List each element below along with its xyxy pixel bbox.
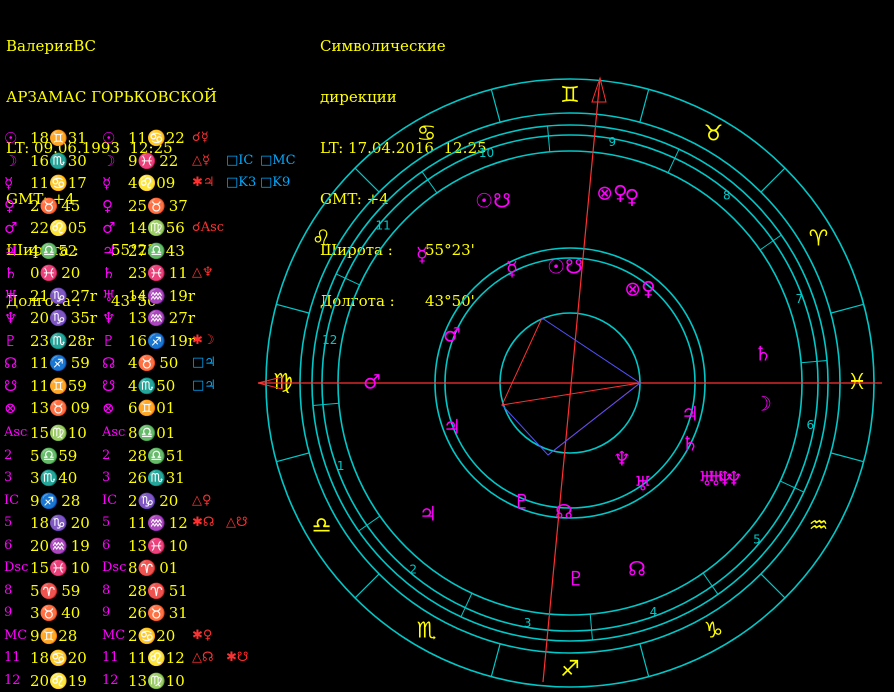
sign-divider bbox=[354, 167, 380, 193]
inner-planet-glyph: ☉☋ bbox=[547, 255, 583, 279]
house-cusp bbox=[312, 402, 339, 406]
outer-planet-glyph: ♄ bbox=[754, 342, 772, 366]
outer-planet-glyph: ⊗♀ bbox=[596, 181, 627, 205]
house-number: 3 bbox=[524, 616, 532, 630]
house-number: 2 bbox=[409, 562, 417, 576]
outer-planet-glyph: ☽ bbox=[754, 392, 772, 416]
house-cusp bbox=[667, 148, 680, 173]
outer-planet-glyph: ♇ bbox=[567, 567, 585, 591]
house-cusp bbox=[589, 614, 593, 641]
zodiac-sign-glyph: ♊ bbox=[560, 83, 580, 108]
sign-divider bbox=[490, 643, 501, 677]
inner-planet-glyph: ♅♆ bbox=[698, 467, 734, 491]
inner-planet-glyph: ☿ bbox=[506, 257, 518, 281]
outer-planet-glyph: ☊ bbox=[628, 557, 646, 581]
zodiac-sign-glyph: ♒ bbox=[809, 514, 829, 539]
zodiac-sign-glyph: ♏ bbox=[417, 619, 437, 644]
inner-planet-glyph: ♅ bbox=[634, 472, 652, 496]
house-number: 7 bbox=[795, 292, 803, 306]
outer-planet-glyph: ♃ bbox=[419, 502, 437, 526]
zodiac-sign-glyph: ♐ bbox=[560, 657, 580, 682]
outer-planet-glyph: ♂ bbox=[363, 370, 381, 394]
house-cusp bbox=[547, 125, 551, 152]
sign-divider bbox=[276, 303, 310, 314]
house-number: 9 bbox=[609, 135, 617, 149]
zodiac-sign-glyph: ♈ bbox=[809, 227, 829, 252]
zodiac-sign-glyph: ♎ bbox=[312, 514, 332, 539]
outer-planet-glyph: ☉☋ bbox=[475, 189, 511, 213]
house-number: 11 bbox=[375, 219, 390, 233]
sign-divider bbox=[354, 573, 380, 599]
sign-divider bbox=[490, 89, 501, 123]
sign-divider bbox=[639, 89, 650, 123]
inner-planet-glyph: ♆ bbox=[613, 447, 631, 471]
sign-divider bbox=[276, 452, 310, 463]
inner-planet-glyph: ♇ bbox=[513, 490, 531, 514]
zodiac-sign-glyph: ♉ bbox=[704, 121, 724, 146]
outer-planet-glyph: ☿ bbox=[416, 243, 428, 267]
house-cusp bbox=[780, 480, 805, 493]
chart-wheel: ♊♉♈♓♒♑♐♏♎♍♌♋123456789101112⊗♀☉☋☿♄☽♅♆♂♃♇ ☊… bbox=[257, 76, 882, 688]
mc-ic-axis bbox=[542, 77, 601, 683]
inner-planet-glyph: ☊ bbox=[555, 500, 573, 524]
house-number: 6 bbox=[806, 418, 814, 432]
sign-divider bbox=[760, 573, 786, 599]
inner-planet-glyph: ♂ bbox=[443, 323, 461, 347]
outer-planet-glyph: ♀ bbox=[625, 185, 640, 209]
zodiac-sign-glyph: ♌ bbox=[312, 227, 332, 252]
inner-planet-glyph: ♃ bbox=[681, 402, 699, 426]
zodiac-sign-glyph: ♋ bbox=[417, 121, 437, 146]
inner-planet-glyph: ♃ bbox=[443, 415, 461, 439]
house-number: 1 bbox=[337, 459, 345, 473]
sign-divider bbox=[830, 452, 864, 463]
house-cusp bbox=[460, 593, 473, 618]
sign-divider bbox=[760, 167, 786, 193]
inner-planet-glyph: ⊗♀ bbox=[624, 277, 655, 301]
house-number: 12 bbox=[322, 333, 337, 347]
house-number: 8 bbox=[723, 189, 731, 203]
zodiac-sign-glyph: ♑ bbox=[704, 619, 724, 644]
house-number: 4 bbox=[650, 605, 658, 619]
inner-planet-glyph: ♄ bbox=[681, 432, 699, 456]
house-cusp bbox=[801, 360, 828, 364]
house-number: 10 bbox=[479, 146, 494, 160]
sign-divider bbox=[639, 643, 650, 677]
house-number: 5 bbox=[753, 532, 761, 546]
house-cusp bbox=[335, 273, 360, 286]
sign-divider bbox=[830, 303, 864, 314]
